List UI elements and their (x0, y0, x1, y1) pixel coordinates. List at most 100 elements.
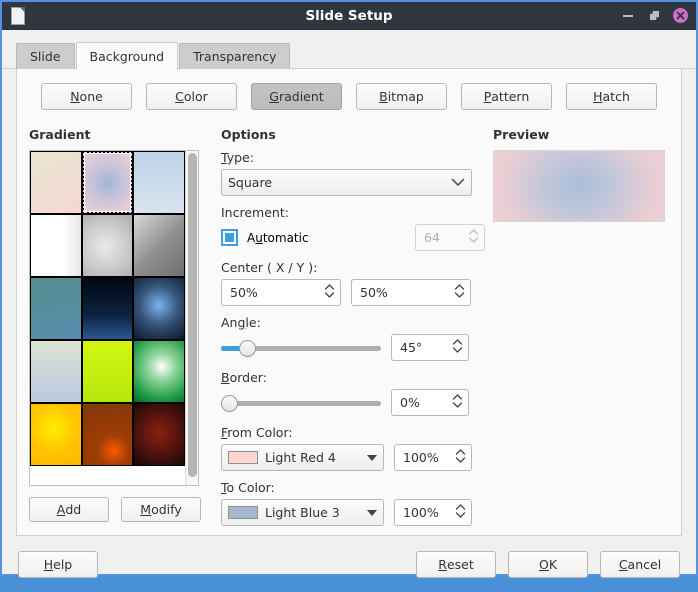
type-label: Type: (221, 150, 485, 165)
tab-slide[interactable]: Slide (16, 43, 75, 69)
fill-hatch-label: atch (603, 89, 630, 104)
to-color-swatch (228, 506, 258, 519)
gradient-swatch-brown-orange-square[interactable] (82, 403, 134, 466)
preview-section-title: Preview (493, 127, 681, 142)
reset-button[interactable]: Reset (416, 551, 496, 578)
gradient-type-select[interactable]: Square (221, 169, 472, 196)
title-bar: Slide Setup (2, 2, 696, 30)
stepper-arrows-icon[interactable] (454, 501, 467, 524)
ok-label: K (549, 557, 557, 572)
increment-value: 64 (424, 230, 467, 245)
fill-type-bitmap-button[interactable]: Bitmap (356, 83, 447, 110)
fill-gradient-label: radient (279, 89, 324, 104)
border-slider-track (221, 401, 381, 406)
stepper-arrows-icon[interactable] (451, 336, 464, 359)
tab-background[interactable]: Background (76, 42, 179, 70)
gradient-actions: Add Modify (29, 497, 213, 522)
fill-type-hatch-button[interactable]: Hatch (566, 83, 657, 110)
gradient-swatch-yellow-orange-radial[interactable] (30, 403, 82, 466)
gradient-swatch-yellow-green-flat[interactable] (82, 340, 134, 403)
angle-label: Angle: (221, 315, 485, 330)
stepper-arrows-icon[interactable] (467, 226, 480, 249)
help-button[interactable]: Help (18, 551, 98, 578)
gradient-swatch-pale-blue-linear[interactable] (30, 340, 82, 403)
cancel-button[interactable]: Cancel (600, 551, 680, 578)
add-label: dd (65, 502, 81, 517)
gradient-swatch-blue-glow-radial[interactable] (133, 277, 185, 340)
automatic-checkbox[interactable] (221, 229, 238, 246)
fill-type-pattern-button[interactable]: Pattern (461, 83, 552, 110)
modify-gradient-button[interactable]: Modify (121, 497, 201, 522)
fill-type-none-button[interactable]: None (41, 83, 132, 110)
to-color-intensity-stepper[interactable]: 100% (394, 499, 472, 526)
gradient-scrollbar[interactable] (185, 151, 198, 485)
automatic-checkbox-row[interactable]: Automatic (221, 229, 309, 246)
gradient-section-title: Gradient (29, 127, 213, 142)
gradient-scrollbar-thumb[interactable] (188, 153, 197, 477)
tab-transparency[interactable]: Transparency (179, 43, 290, 69)
fill-type-gradient-button[interactable]: Gradient (251, 83, 342, 110)
from-color-select[interactable]: Light Red 4 (221, 444, 384, 471)
window-title: Slide Setup (2, 8, 696, 24)
angle-row: Angle: 45° (221, 315, 485, 361)
center-x-value: 50% (230, 285, 323, 300)
border-value: 0% (400, 395, 451, 410)
gradient-swatch-green-white-radial[interactable] (133, 340, 185, 403)
angle-stepper[interactable]: 45° (391, 334, 469, 361)
to-color-label: To Color: (221, 480, 485, 495)
center-x-stepper[interactable]: 50% (221, 279, 341, 306)
help-label: elp (53, 557, 72, 572)
angle-slider-thumb[interactable] (239, 340, 256, 357)
border-slider-thumb[interactable] (221, 395, 238, 412)
increment-row: Increment: Automatic 64 (221, 205, 485, 251)
gradient-swatch-black-to-navy-linear[interactable] (82, 277, 134, 340)
close-icon[interactable] (673, 8, 688, 23)
preview-column: Preview (485, 127, 681, 535)
stepper-arrows-icon[interactable] (453, 281, 466, 304)
gradient-swatch-beige-to-pink-linear[interactable] (30, 151, 82, 214)
gradient-swatch-grey-radial[interactable] (82, 214, 134, 277)
gradient-grid (30, 151, 185, 485)
modify-label: odify (151, 502, 182, 517)
gradient-swatch-white-to-white-linear[interactable] (30, 214, 82, 277)
gradient-swatch-grey-diagonal[interactable] (133, 214, 185, 277)
tab-background-label: Background (90, 49, 165, 64)
ok-button[interactable]: OK (508, 551, 588, 578)
maximize-icon[interactable] (647, 8, 662, 23)
stepper-arrows-icon[interactable] (454, 446, 467, 469)
fill-type-color-button[interactable]: Color (146, 83, 237, 110)
center-label: Center ( X / Y ): (221, 260, 485, 275)
from-color-name: Light Red 4 (265, 450, 336, 465)
window-controls (621, 8, 688, 23)
border-stepper[interactable]: 0% (391, 389, 469, 416)
increment-stepper[interactable]: 64 (415, 224, 485, 251)
gradient-swatch-pink-blue-square[interactable] (82, 151, 134, 214)
cancel-label: ancel (628, 557, 662, 572)
fill-none-label: one (80, 89, 103, 104)
gradient-swatch-light-blue-linear[interactable] (133, 151, 185, 214)
border-slider[interactable] (221, 393, 381, 413)
background-tab-page: None Color Gradient Bitmap Pattern Hatch… (16, 69, 682, 536)
to-color-name: Light Blue 3 (265, 505, 340, 520)
triangle-down-icon (367, 510, 377, 516)
add-gradient-button[interactable]: Add (29, 497, 109, 522)
type-row: Type: Square (221, 150, 485, 196)
minimize-icon[interactable] (621, 8, 636, 23)
border-row: Border: 0% (221, 370, 485, 416)
gradient-type-value: Square (228, 175, 272, 190)
center-y-stepper[interactable]: 50% (351, 279, 471, 306)
gradient-swatch-dark-red-radial[interactable] (133, 403, 185, 466)
automatic-label: Automatic (247, 231, 309, 245)
center-y-value: 50% (360, 285, 453, 300)
fill-type-button-row: None Color Gradient Bitmap Pattern Hatch (17, 69, 681, 110)
to-color-row: To Color: Light Blue 3 100% (221, 480, 485, 526)
from-color-intensity-stepper[interactable]: 100% (394, 444, 472, 471)
angle-slider[interactable] (221, 338, 381, 358)
from-color-intensity-value: 100% (403, 450, 454, 465)
stepper-arrows-icon[interactable] (323, 281, 336, 304)
stepper-arrows-icon[interactable] (451, 391, 464, 414)
fill-pattern-label: attern (491, 89, 529, 104)
gradient-list[interactable] (29, 150, 199, 486)
to-color-select[interactable]: Light Blue 3 (221, 499, 384, 526)
gradient-swatch-teal-blue-linear[interactable] (30, 277, 82, 340)
